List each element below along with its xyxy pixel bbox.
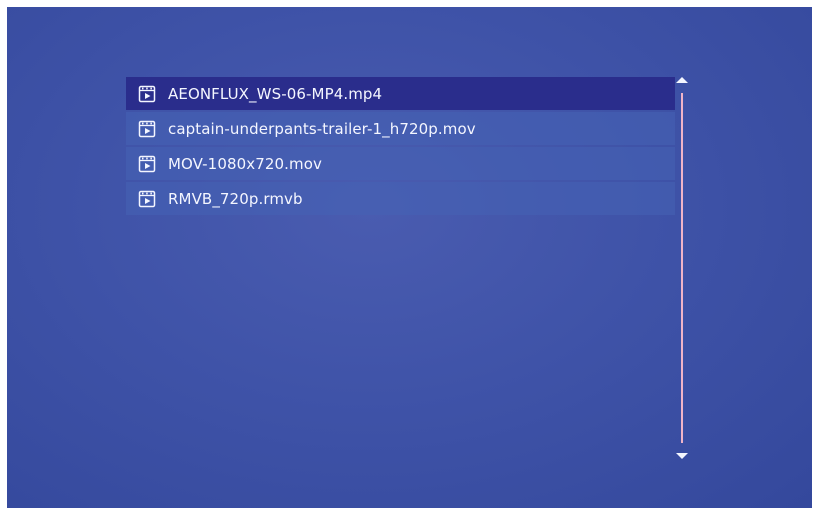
triangle-down-icon[interactable]	[674, 451, 690, 461]
triangle-up-icon[interactable]	[674, 75, 690, 85]
file-name: AEONFLUX_WS-06-MP4.mp4	[168, 84, 383, 103]
video-file-icon	[138, 85, 156, 102]
file-list: AEONFLUX_WS-06-MP4.mp4 captain-underpant…	[126, 77, 675, 217]
list-item[interactable]: RMVB_720p.rmvb	[126, 182, 675, 215]
file-name: captain-underpants-trailer-1_h720p.mov	[168, 119, 476, 138]
video-file-icon	[138, 120, 156, 137]
file-name: RMVB_720p.rmvb	[168, 189, 303, 208]
scrollbar-track[interactable]	[681, 93, 683, 443]
list-item[interactable]: captain-underpants-trailer-1_h720p.mov	[126, 112, 675, 145]
media-browser-screen: AEONFLUX_WS-06-MP4.mp4 captain-underpant…	[7, 7, 812, 508]
file-name: MOV-1080x720.mov	[168, 154, 322, 173]
video-file-icon	[138, 155, 156, 172]
list-item[interactable]: MOV-1080x720.mov	[126, 147, 675, 180]
list-item[interactable]: AEONFLUX_WS-06-MP4.mp4	[126, 77, 675, 110]
video-file-icon	[138, 190, 156, 207]
